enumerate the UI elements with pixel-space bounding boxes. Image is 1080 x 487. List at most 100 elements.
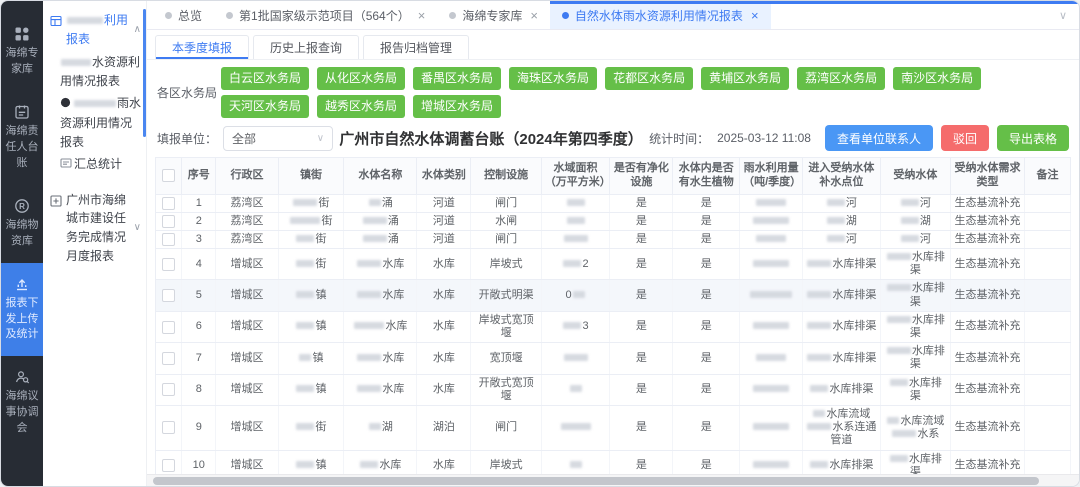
- sidebar-group-item[interactable]: 广州市海绵城市建设任务完成情况月度报表 ∨: [50, 189, 141, 267]
- table-cell: 街: [278, 212, 345, 231]
- rail-item[interactable]: 海绵议事协调会: [1, 356, 43, 450]
- table-row: 8 增城区镇水库 水库 开敞式宽顶堰是是水库排渠 水库排渠 生态基流补充: [155, 374, 1072, 406]
- redacted-text: [290, 216, 321, 224]
- table-cell: 增城区: [215, 342, 279, 375]
- bureau-button[interactable]: 荔湾区水务局: [797, 67, 886, 90]
- tab[interactable]: 第1批国家级示范项目（564个） ×: [214, 1, 437, 29]
- horizontal-scrollbar-thumb[interactable]: [153, 477, 1039, 485]
- table-cell: 湖: [802, 212, 881, 231]
- redacted-text: [750, 291, 793, 299]
- table-header-cell: 受纳水体: [879, 157, 952, 195]
- row-checkbox[interactable]: [162, 257, 176, 271]
- rail-item[interactable]: 报表下发上传及统计: [1, 262, 43, 357]
- row-select-cell: [155, 374, 183, 406]
- rail-item[interactable]: R 海绵物资库: [1, 185, 43, 263]
- table-cell: [541, 342, 611, 375]
- table-cell: [739, 405, 804, 451]
- table-cell: [1024, 230, 1072, 250]
- table-header-cell: 水体内是否有水生植物: [672, 157, 741, 195]
- row-checkbox[interactable]: [162, 196, 176, 210]
- table-cell: 河: [880, 230, 952, 250]
- close-icon[interactable]: ×: [530, 8, 538, 23]
- table-row: 7 增城区镇水库 水库 宽顶堰是是水库排渠 水库排渠 生态基流补充: [155, 342, 1072, 375]
- table-cell: 增城区: [215, 248, 279, 281]
- table-cell: [541, 230, 611, 250]
- rail-item[interactable]: 海绵专家库: [1, 13, 43, 91]
- chevron-down-icon[interactable]: ∨: [134, 220, 141, 236]
- row-checkbox[interactable]: [162, 214, 176, 228]
- tab-label: 第1批国家级示范项目（564个）: [239, 8, 410, 23]
- redacted-text: [67, 17, 103, 24]
- bureau-button[interactable]: 白云区水务局: [221, 67, 310, 90]
- redacted-text: [887, 416, 900, 424]
- table-cell: 开敞式明渠: [470, 279, 542, 312]
- table-row: 10 增城区镇水库 水库 岸坡式是是水库排渠 水库排渠 生态基流补充: [155, 450, 1072, 474]
- bureau-button[interactable]: 黄埔区水务局: [701, 67, 790, 90]
- export-button[interactable]: 导出表格: [996, 125, 1069, 151]
- close-icon[interactable]: ×: [751, 8, 759, 23]
- sub-tab[interactable]: 历史上报查询: [253, 35, 360, 59]
- bureau-button[interactable]: 天河区水务局: [221, 95, 310, 118]
- select-all-checkbox[interactable]: [162, 169, 176, 183]
- rail-item[interactable]: 海绵责任人台账: [1, 91, 43, 185]
- table-header-row: 序号 行政区 镇街 水体名称 水体类别 控制设施 水域面积（万平方米） 是否有净化设施 水体内是…: [154, 157, 1072, 195]
- redacted-text: [753, 259, 790, 267]
- bureau-button[interactable]: 增城区水务局: [413, 95, 502, 118]
- row-checkbox[interactable]: [162, 289, 176, 303]
- table-cell: 街: [278, 194, 345, 213]
- sub-tab[interactable]: 本季度填报: [155, 35, 250, 59]
- table-cell: 生态基流补充: [950, 212, 1025, 231]
- chevron-down-icon[interactable]: ∨: [1059, 9, 1079, 22]
- tab-label: 自然水体雨水资源利用情况报表: [574, 8, 743, 23]
- table-cell: 生态基流补充: [950, 311, 1025, 344]
- bureau-button[interactable]: 番禺区水务局: [413, 67, 502, 90]
- tab[interactable]: 海绵专家库 ×: [437, 1, 550, 29]
- table-cell: 是: [672, 230, 741, 250]
- bureau-button[interactable]: 越秀区水务局: [317, 95, 406, 118]
- sidebar-item[interactable]: 水资源利用情况报表: [60, 51, 141, 92]
- table-cell: 水库排渠: [802, 342, 881, 375]
- meeting-icon: [14, 369, 30, 385]
- table-cell: 水库排渠: [802, 311, 881, 344]
- redacted-text: [886, 284, 911, 292]
- tab[interactable]: 自然水体雨水资源利用情况报表 ×: [549, 1, 771, 29]
- redacted-text: [753, 423, 790, 431]
- row-checkbox[interactable]: [162, 320, 176, 334]
- row-checkbox[interactable]: [162, 351, 176, 365]
- table-cell: 镇: [278, 450, 345, 474]
- bureau-button[interactable]: 海珠区水务局: [509, 67, 598, 90]
- sidebar-scrollbar-thumb[interactable]: [143, 9, 146, 137]
- table-cell: 河道: [416, 212, 472, 231]
- table-cell: 岸坡式: [470, 450, 542, 474]
- row-checkbox[interactable]: [162, 232, 176, 246]
- view-contacts-button[interactable]: 查看单位联系人: [824, 125, 933, 151]
- table-header-cell: 备注: [1023, 157, 1072, 195]
- row-select-cell: [155, 230, 183, 250]
- row-checkbox[interactable]: [162, 421, 176, 435]
- redacted-text: [296, 423, 315, 431]
- table-cell: 4: [181, 248, 217, 281]
- bureau-button[interactable]: 南沙区水务局: [893, 67, 982, 90]
- table-header-cell: 水域面积（万平方米）: [540, 157, 611, 195]
- sub-tab[interactable]: 报告归档管理: [363, 35, 470, 59]
- row-checkbox[interactable]: [162, 459, 176, 473]
- sidebar-item-label: 汇总统计: [74, 157, 123, 172]
- chevron-up-icon[interactable]: ∧: [134, 22, 141, 38]
- unit-select[interactable]: 全部 ∨: [223, 125, 334, 151]
- table-row: 4 增城区街水库 水库 岸坡式 2 是是水库排渠 水库排渠 生态基流补充: [155, 248, 1072, 281]
- bureau-button[interactable]: 从化区水务局: [317, 67, 406, 90]
- table-cell: 增城区: [215, 279, 279, 312]
- table-row: 9 增城区街湖湖泊 闸门 是是 水库流域水系连通管道 水库流域水系 生态基流补充: [155, 405, 1072, 451]
- sidebar-item[interactable]: 汇总统计: [60, 153, 141, 177]
- table-cell: 是: [609, 374, 674, 406]
- reject-button[interactable]: 驳回: [940, 125, 989, 151]
- table-cell: 9: [181, 405, 217, 451]
- sidebar-group-item[interactable]: 利用报表 ∧: [50, 9, 141, 50]
- row-checkbox[interactable]: [162, 383, 176, 397]
- table-cell: 水库: [416, 311, 472, 344]
- tab[interactable]: 总览: [153, 1, 214, 29]
- close-icon[interactable]: ×: [418, 8, 426, 23]
- table-cell: 2: [181, 212, 217, 231]
- sidebar-item[interactable]: 雨水资源利用情况报表: [60, 92, 141, 153]
- bureau-button[interactable]: 花都区水务局: [605, 67, 694, 90]
